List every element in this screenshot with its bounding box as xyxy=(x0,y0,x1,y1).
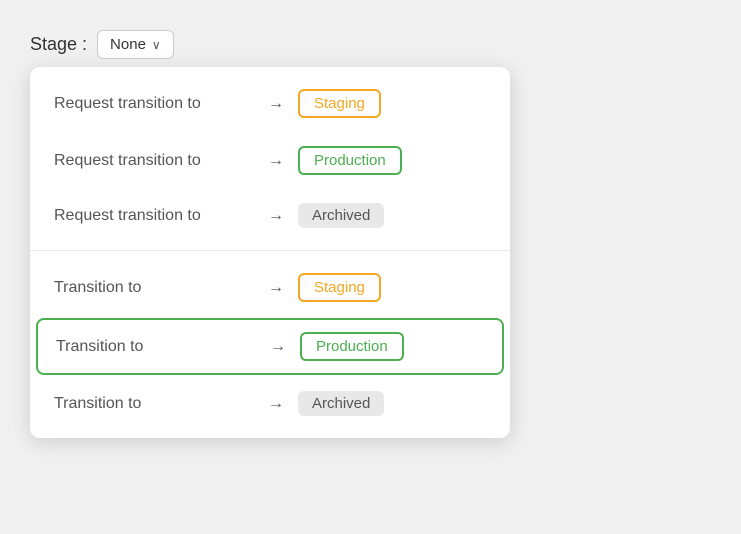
arrow-icon: → xyxy=(268,279,284,297)
arrow-icon: → xyxy=(268,207,284,225)
menu-item-text: Request transition to xyxy=(54,152,254,170)
badge-production: Production xyxy=(298,146,402,175)
menu-item-text: Transition to xyxy=(56,338,256,356)
transition-item-1[interactable]: Transition to → Production xyxy=(36,318,504,375)
menu-item-text: Transition to xyxy=(54,279,254,297)
badge-archived: Archived xyxy=(298,391,384,416)
arrow-icon: → xyxy=(268,395,284,413)
page-container: Stage : None ∨ Request transition to → Sta… xyxy=(30,30,510,438)
badge-staging: Staging xyxy=(298,273,381,302)
chevron-down-icon: ∨ xyxy=(152,38,161,52)
stage-row: Stage : None ∨ xyxy=(30,30,510,59)
request-transition-item-2[interactable]: Request transition to → Archived xyxy=(30,189,510,242)
stage-label: Stage : xyxy=(30,34,87,55)
menu-item-text: Transition to xyxy=(54,395,254,413)
request-transition-item-1[interactable]: Request transition to → Production xyxy=(30,132,510,189)
transition-section: Transition to → Staging Transition to → Produ… xyxy=(30,250,510,438)
badge-production: Production xyxy=(300,332,404,361)
request-transition-section: Request transition to→StagingRequest tra… xyxy=(30,67,510,250)
stage-dropdown-value: None xyxy=(110,36,146,53)
stage-dropdown[interactable]: None ∨ xyxy=(97,30,174,59)
transition-item-2[interactable]: Transition to → Archived xyxy=(30,377,510,430)
badge-staging: Staging xyxy=(298,89,381,118)
badge-archived: Archived xyxy=(298,203,384,228)
menu-item-text: Request transition to xyxy=(54,95,254,113)
arrow-icon: → xyxy=(270,338,286,356)
request-transition-item-0[interactable]: Request transition to → Staging xyxy=(30,75,510,132)
transition-item-0[interactable]: Transition to → Staging xyxy=(30,259,510,316)
menu-item-text: Request transition to xyxy=(54,207,254,225)
dropdown-menu: Request transition to→StagingRequest tra… xyxy=(30,67,510,438)
arrow-icon: → xyxy=(268,152,284,170)
arrow-icon: → xyxy=(268,95,284,113)
